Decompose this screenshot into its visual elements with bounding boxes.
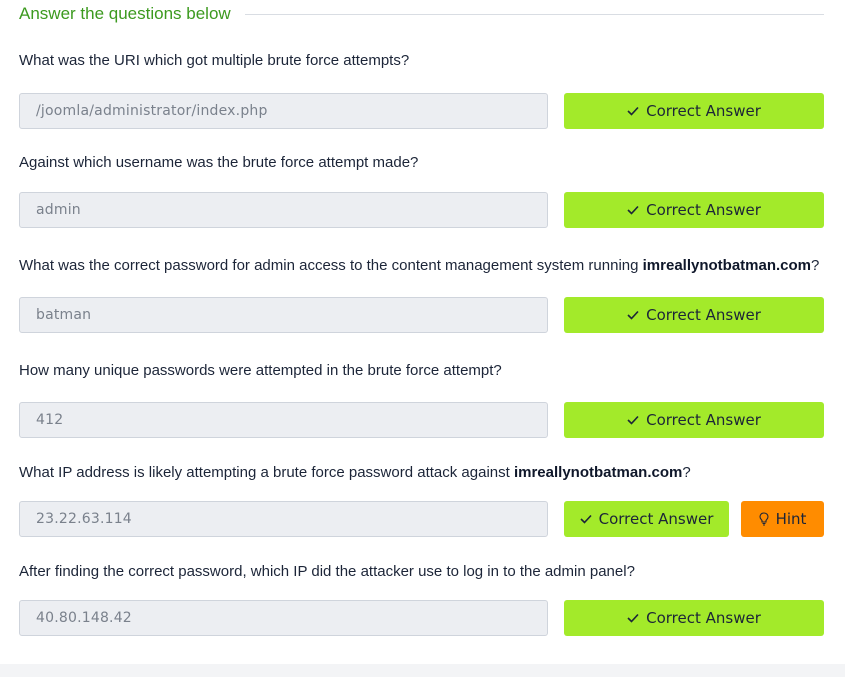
correct-answer-label: Correct Answer — [646, 411, 761, 429]
question-3-text: What was the correct password for admin … — [19, 257, 819, 274]
correct-answer-button-4[interactable]: Correct Answer — [564, 402, 824, 438]
correct-answer-button-6[interactable]: Correct Answer — [564, 600, 824, 636]
answer-field-3[interactable]: batman — [19, 297, 548, 333]
check-icon — [627, 106, 639, 116]
question-4-text: How many unique passwords were attempted… — [19, 362, 502, 379]
answer-field-4[interactable]: 412 — [19, 402, 548, 438]
question-3-domain: imreallynotbatman.com — [642, 257, 812, 274]
question-5-text-end: ? — [682, 464, 691, 481]
check-icon — [627, 310, 639, 320]
check-icon — [627, 415, 639, 425]
question-5-text-part: What IP address is likely attempting a b… — [19, 464, 514, 481]
correct-answer-button-3[interactable]: Correct Answer — [564, 297, 824, 333]
hint-button[interactable]: Hint — [741, 501, 824, 537]
answer-field-6[interactable]: 40.80.148.42 — [19, 600, 548, 636]
answer-field-5[interactable]: 23.22.63.114 — [19, 501, 548, 537]
correct-answer-button-1[interactable]: Correct Answer — [564, 93, 824, 129]
section-header: Answer the questions below — [19, 0, 824, 28]
hint-label: Hint — [775, 510, 807, 528]
check-icon — [580, 514, 592, 524]
correct-answer-label: Correct Answer — [646, 609, 761, 627]
answer-field-2[interactable]: admin — [19, 192, 548, 228]
question-6-text: After finding the correct password, whic… — [19, 563, 635, 580]
correct-answer-label: Correct Answer — [646, 201, 761, 219]
lightbulb-icon — [759, 512, 769, 526]
correct-answer-button-5[interactable]: Correct Answer — [564, 501, 729, 537]
question-3-text-end: ? — [811, 257, 820, 274]
answer-field-1[interactable]: /joomla/administrator/index.php — [19, 93, 548, 129]
section-title: Answer the questions below — [19, 4, 231, 23]
question-5-domain: imreallynotbatman.com — [513, 464, 683, 481]
question-2-text: Against which username was the brute for… — [19, 154, 419, 171]
question-1-text: What was the URI which got multiple brut… — [19, 52, 410, 69]
check-icon — [627, 205, 639, 215]
header-divider — [244, 13, 824, 15]
check-icon — [627, 613, 639, 623]
footer-strip — [0, 664, 845, 677]
question-5-text: What IP address is likely attempting a b… — [19, 464, 691, 481]
correct-answer-label: Correct Answer — [646, 102, 761, 120]
correct-answer-label: Correct Answer — [646, 306, 761, 324]
correct-answer-label: Correct Answer — [598, 510, 714, 528]
correct-answer-button-2[interactable]: Correct Answer — [564, 192, 824, 228]
question-3-text-part: What was the correct password for admin … — [19, 257, 643, 274]
